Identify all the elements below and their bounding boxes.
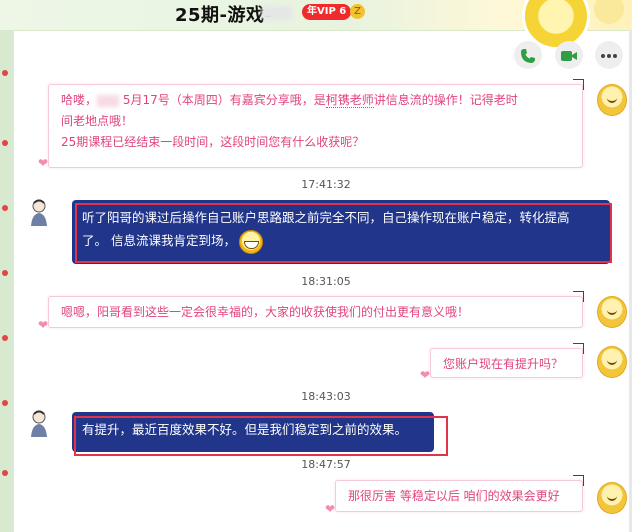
highlight-box [75,203,612,263]
message-text: 嗯嗯，阳哥看到这些一定会很幸福的，大家的收获使我们的付出更有意义哦！ [61,305,470,319]
left-decoration-strip [0,30,14,532]
my-avatar[interactable] [597,482,627,514]
video-camera-icon [561,50,577,61]
outgoing-message-bubble[interactable]: 哈喽， 5月17号（本周四）有嘉宾分享哦，是柯镌老师讲信息流的操作！记得老时 间老… [48,84,583,168]
my-avatar[interactable] [597,346,627,378]
phone-icon [521,48,535,63]
vip-level-icon: Z [350,4,365,19]
message-text: 哈喽， 5月17号（本周四）有嘉宾分享哦，是柯镌老师讲信息流的操作！记得老时 间老… [61,93,518,149]
lemon-decoration-small [594,0,624,24]
timestamp: 18:47:57 [301,458,351,471]
more-dots-icon [601,53,617,58]
contact-avatar[interactable] [26,197,52,227]
outgoing-message-bubble[interactable]: 那很厉害 等稳定以后 咱们的效果会更好 [335,480,583,512]
heart-icon: ❤ [420,368,431,382]
redacted-name [262,6,292,20]
timestamp: 17:41:32 [301,178,351,191]
vip-badge: 年VIP 6 [302,4,352,20]
highlight-box [74,416,448,456]
my-avatar[interactable] [597,296,627,328]
message-text: 您账户现在有提升吗？ [443,357,564,371]
heart-icon: ❤ [325,502,336,516]
timestamp: 18:31:05 [301,275,351,288]
bubble-corner-decoration [573,79,584,90]
more-options-button[interactable] [595,41,623,69]
title-bar: 25期-游戏- 年VIP 6 Z [0,0,632,50]
video-call-button[interactable] [555,41,583,69]
outgoing-message-bubble[interactable]: 您账户现在有提升吗？ [430,348,583,378]
chat-title: 25期-游戏- [175,5,273,26]
voice-call-button[interactable] [514,41,542,69]
heart-icon: ❤ [38,156,49,170]
bubble-corner-decoration [573,343,584,354]
contact-avatar[interactable] [26,408,52,438]
bubble-corner-decoration [573,475,584,486]
message-text: 那很厉害 等稳定以后 咱们的效果会更好 [348,489,560,503]
bubble-corner-decoration [573,291,584,302]
heart-icon: ❤ [38,318,49,332]
my-avatar[interactable] [597,84,627,116]
outgoing-message-bubble[interactable]: 嗯嗯，阳哥看到这些一定会很幸福的，大家的收获使我们的付出更有意义哦！ [48,296,583,328]
timestamp: 18:43:03 [301,390,351,403]
